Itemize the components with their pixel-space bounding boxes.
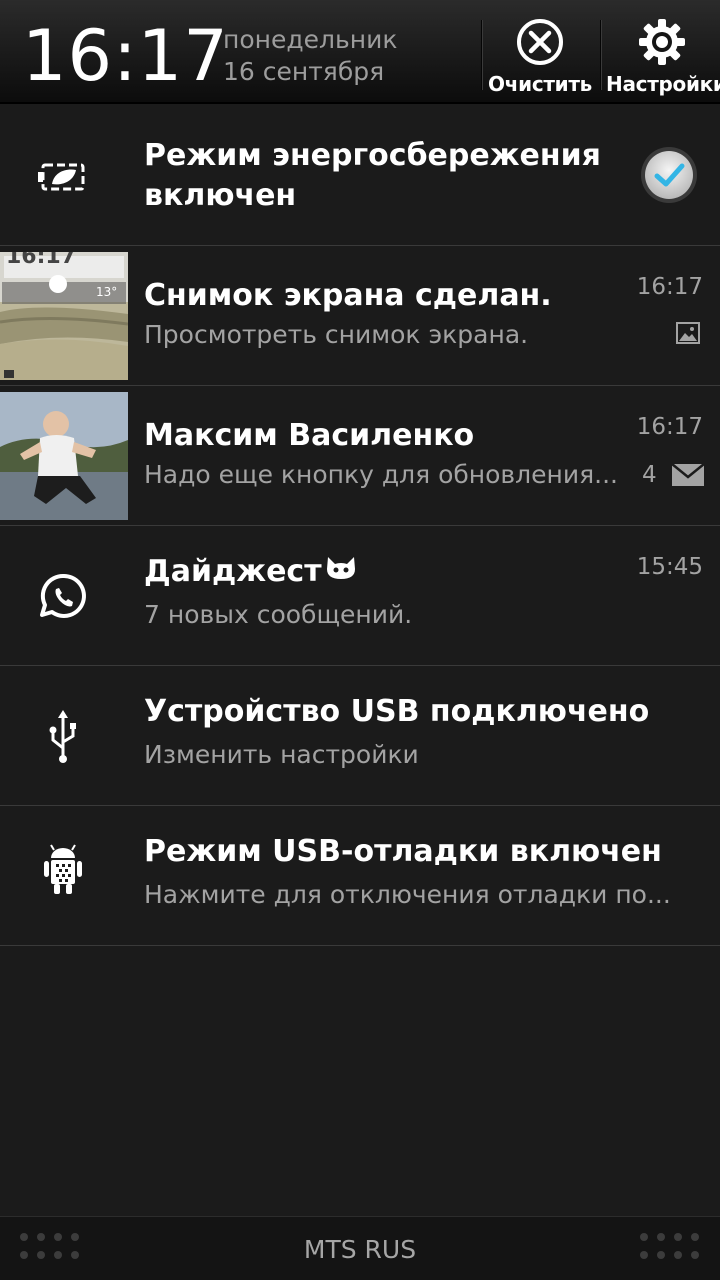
notification-power-saving[interactable]: Режим энергосбережения включен (0, 106, 720, 246)
weekday: понедельник (223, 25, 398, 54)
carrier-name: MTS RUS (303, 1235, 417, 1264)
clear-label: Очистить (487, 72, 593, 96)
notification-subtitle: Нажмите для отключения отладки по... (144, 880, 671, 909)
clear-icon (517, 19, 563, 65)
notification-subtitle: 7 новых сообщений. (144, 600, 413, 629)
notification-subtitle: Изменить настройки (144, 740, 419, 769)
notification-title-line2: включен (144, 178, 297, 213)
notification-subtitle: Просмотреть снимок экрана. (144, 320, 529, 349)
notification-title: Режим энергосбережения (144, 138, 601, 173)
notification-whatsapp[interactable]: Дайджест 7 новых сообщений. 15:45 (0, 526, 720, 666)
header-divider (481, 20, 483, 90)
date: 16 сентября (223, 57, 385, 86)
notification-title-text: Дайджест (144, 554, 322, 589)
notification-message[interactable]: Максим Василенко Надо еще кнопку для обн… (0, 386, 720, 526)
gear-icon (638, 19, 685, 65)
message-count: 4 (642, 462, 657, 488)
thumb-clock: 16:17 (6, 252, 77, 269)
notification-title: Режим USB-отладки включен (144, 834, 662, 869)
header-divider (600, 20, 602, 90)
notification-subtitle: Надо еще кнопку для обновления... (144, 460, 618, 489)
whatsapp-icon (20, 556, 106, 636)
date-block: понедельник 16 сентября (223, 24, 397, 88)
settings-label: Настройки (606, 72, 720, 96)
clock: 16:17 (22, 15, 229, 97)
notification-usb-debugging[interactable]: Режим USB-отладки включен Нажмите для от… (0, 806, 720, 946)
checkmark-icon (641, 147, 697, 203)
notification-title: Максим Василенко (144, 418, 475, 453)
picture-icon (676, 322, 700, 344)
notification-time: 16:17 (636, 274, 703, 300)
screenshot-thumbnail: 16:17 13° (0, 252, 128, 380)
settings-button[interactable]: Настройки (603, 0, 720, 100)
notification-time: 16:17 (636, 414, 703, 440)
shade-bottom-bar[interactable]: MTS RUS (0, 1216, 720, 1280)
mail-icon (672, 464, 704, 486)
avatar (0, 392, 128, 520)
notification-title: Дайджест (144, 554, 358, 589)
notification-title: Устройство USB подключено (144, 694, 650, 729)
usb-icon (20, 696, 106, 776)
notification-title: Снимок экрана сделан. (144, 278, 552, 313)
thumb-temperature: 13° (96, 285, 118, 299)
notification-time: 15:45 (636, 554, 703, 580)
shade-header: 16:17 понедельник 16 сентября Очистить Н… (0, 0, 720, 104)
battery-leaf-icon (20, 136, 106, 216)
notification-usb[interactable]: Устройство USB подключено Изменить настр… (0, 666, 720, 806)
drag-handle-icon[interactable] (640, 1233, 700, 1263)
power-saving-checkbox[interactable] (640, 146, 698, 204)
notification-screenshot[interactable]: 16:17 13° Снимок экрана сделан. Просмотр… (0, 246, 720, 386)
android-debug-icon (20, 836, 106, 916)
notification-shade: 16:17 понедельник 16 сентября Очистить Н… (0, 0, 720, 1280)
clear-button[interactable]: Очистить (485, 0, 595, 100)
cat-face-icon (326, 557, 355, 579)
